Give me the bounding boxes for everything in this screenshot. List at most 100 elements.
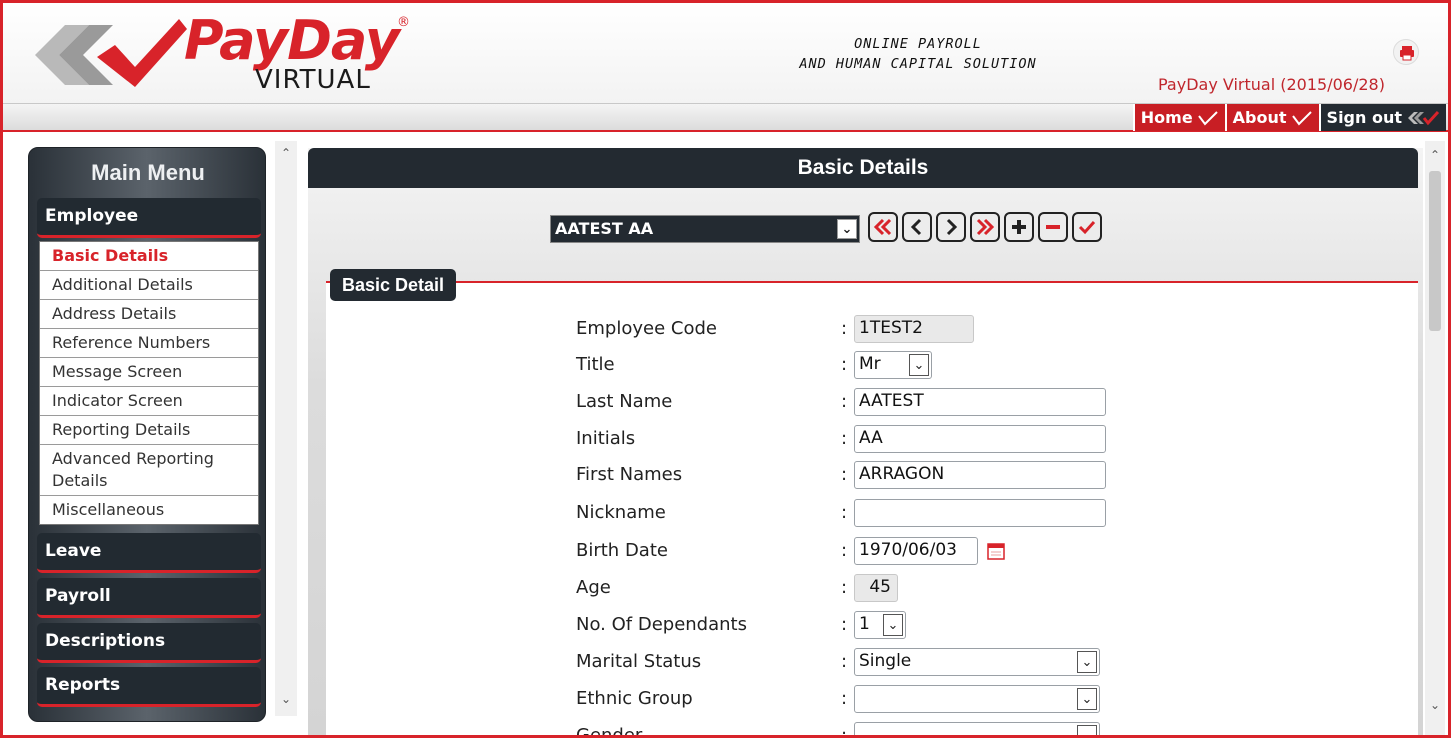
header: PayDay ® VIRTUAL ONLINE PAYROLL AND HUMA…: [3, 3, 1448, 103]
first-record-button[interactable]: [868, 212, 898, 242]
sign-out-button[interactable]: Sign out: [1318, 104, 1446, 131]
title-label: Title: [576, 354, 615, 375]
scroll-down-icon[interactable]: ⌄: [278, 691, 294, 707]
first-names-input[interactable]: ARRAGON: [854, 461, 1106, 489]
colon: :: [841, 688, 848, 709]
title-select[interactable]: Mr ⌄: [854, 351, 932, 379]
scroll-thumb[interactable]: [1429, 171, 1441, 331]
sidebar-item-miscellaneous[interactable]: Miscellaneous: [40, 496, 258, 524]
payday-logo[interactable]: PayDay ® VIRTUAL: [19, 9, 439, 101]
tagline: ONLINE PAYROLL AND HUMAN CAPITAL SOLUTIO…: [703, 34, 1133, 74]
about-button[interactable]: About: [1224, 104, 1319, 131]
nickname-input[interactable]: [854, 499, 1106, 527]
chevron-down-icon[interactable]: ⌄: [1077, 688, 1097, 710]
sidebar-scrollbar[interactable]: ⌃ ⌄: [275, 141, 297, 716]
next-record-button[interactable]: [936, 212, 966, 242]
save-record-icon: [1078, 220, 1096, 235]
section-tab-basic-detail: Basic Detail: [330, 269, 457, 301]
scroll-up-icon[interactable]: ⌃: [1427, 147, 1443, 163]
marital-status-label: Marital Status: [576, 651, 702, 672]
check-icon: [1291, 110, 1312, 126]
first-record-icon: [873, 218, 892, 236]
ethnic-group-select[interactable]: ⌄: [854, 685, 1100, 713]
colon: :: [841, 651, 848, 672]
first-names-label: First Names: [576, 464, 683, 485]
previous-record-icon: [910, 218, 922, 236]
last-name-label: Last Name: [576, 391, 673, 412]
form-row-marital-status: Marital Status : Single ⌄: [576, 646, 1396, 676]
form-row-initials: Initials : AA: [576, 423, 1396, 453]
last-record-button[interactable]: [970, 212, 1000, 242]
scroll-down-icon[interactable]: ⌄: [1427, 697, 1443, 713]
home-button[interactable]: Home: [1132, 104, 1225, 131]
sidebar-item-basic-details[interactable]: Basic Details: [40, 242, 258, 271]
chevron-down-icon[interactable]: ⌄: [837, 219, 857, 239]
sign-out-label: Sign out: [1326, 108, 1402, 127]
age-label: Age: [576, 577, 611, 598]
main-menu: Main Menu Employee Basic Details Additio…: [28, 147, 266, 722]
last-record-icon: [976, 218, 995, 236]
employee-submenu: Basic Details Additional Details Address…: [39, 241, 259, 525]
last-name-input[interactable]: AATEST: [854, 388, 1106, 416]
main-menu-title: Main Menu: [91, 160, 205, 185]
employee-select[interactable]: AATEST AA ⌄: [550, 215, 860, 243]
delete-record-icon: [1046, 225, 1060, 229]
chevron-down-icon[interactable]: ⌄: [1077, 651, 1097, 673]
add-record-button[interactable]: [1004, 212, 1034, 242]
form-row-first-names: First Names : ARRAGON: [576, 459, 1396, 489]
sidebar-item-reporting-details[interactable]: Reporting Details: [40, 416, 258, 445]
colon: :: [841, 428, 848, 449]
birth-date-label: Birth Date: [576, 540, 668, 561]
colon: :: [841, 318, 848, 339]
about-label: About: [1232, 108, 1287, 127]
app-frame: PayDay ® VIRTUAL ONLINE PAYROLL AND HUMA…: [0, 0, 1451, 738]
dependants-select[interactable]: 1 ⌄: [854, 611, 906, 639]
employee-select-value: AATEST AA: [555, 219, 654, 238]
form-row-gender: Gender : ⌄: [576, 720, 1396, 738]
form-row-age: Age : 45: [576, 572, 1396, 602]
save-record-button[interactable]: [1072, 212, 1102, 242]
colon: :: [841, 502, 848, 523]
calendar-icon[interactable]: [986, 541, 1006, 561]
add-record-icon: [1012, 220, 1026, 234]
menu-section-employee[interactable]: Employee: [37, 198, 261, 238]
marital-status-select[interactable]: Single ⌄: [854, 648, 1100, 676]
logo-chevrons-icon: [35, 19, 187, 87]
tagline-line-2: AND HUMAN CAPITAL SOLUTION: [799, 56, 1037, 72]
marital-status-select-value: Single: [859, 651, 912, 671]
chevron-down-icon[interactable]: ⌄: [1077, 725, 1097, 735]
initials-input[interactable]: AA: [854, 425, 1106, 453]
chevron-down-icon[interactable]: ⌄: [883, 614, 903, 636]
printer-icon: [1400, 46, 1414, 61]
menu-section-descriptions[interactable]: Descriptions: [37, 623, 261, 663]
sidebar-item-indicator-screen[interactable]: Indicator Screen: [40, 387, 258, 416]
main-scrollbar[interactable]: ⌃ ⌄: [1425, 141, 1445, 735]
print-button[interactable]: [1393, 39, 1419, 65]
gender-label: Gender: [576, 725, 643, 738]
previous-record-button[interactable]: [902, 212, 932, 242]
sidebar-item-message-screen[interactable]: Message Screen: [40, 358, 258, 387]
nav-bar: Home About Sign out: [3, 103, 1448, 132]
menu-section-payroll[interactable]: Payroll: [37, 578, 261, 618]
menu-section-reports[interactable]: Reports: [37, 667, 261, 707]
sidebar-item-additional-details[interactable]: Additional Details: [40, 271, 258, 300]
birth-date-input[interactable]: 1970/06/03: [854, 537, 978, 565]
form-row-last-name: Last Name : AATEST: [576, 386, 1396, 416]
next-record-icon: [946, 218, 958, 236]
record-toolbar: [868, 212, 1102, 242]
form-row-title: Title : Mr ⌄: [576, 349, 1396, 379]
menu-section-leave[interactable]: Leave: [37, 533, 261, 573]
chevron-down-icon[interactable]: ⌄: [909, 354, 929, 376]
title-select-value: Mr: [859, 354, 881, 374]
nickname-label: Nickname: [576, 502, 666, 523]
tagline-line-1: ONLINE PAYROLL: [854, 36, 982, 52]
sidebar-item-advanced-reporting-details[interactable]: Advanced Reporting Details: [40, 445, 258, 496]
gender-select[interactable]: ⌄: [854, 722, 1100, 735]
delete-record-button[interactable]: [1038, 212, 1068, 242]
sidebar-item-reference-numbers[interactable]: Reference Numbers: [40, 329, 258, 358]
home-label: Home: [1140, 108, 1193, 127]
scroll-up-icon[interactable]: ⌃: [278, 145, 294, 161]
logo-text: PayDay: [184, 9, 400, 72]
sidebar-item-address-details[interactable]: Address Details: [40, 300, 258, 329]
colon: :: [841, 577, 848, 598]
